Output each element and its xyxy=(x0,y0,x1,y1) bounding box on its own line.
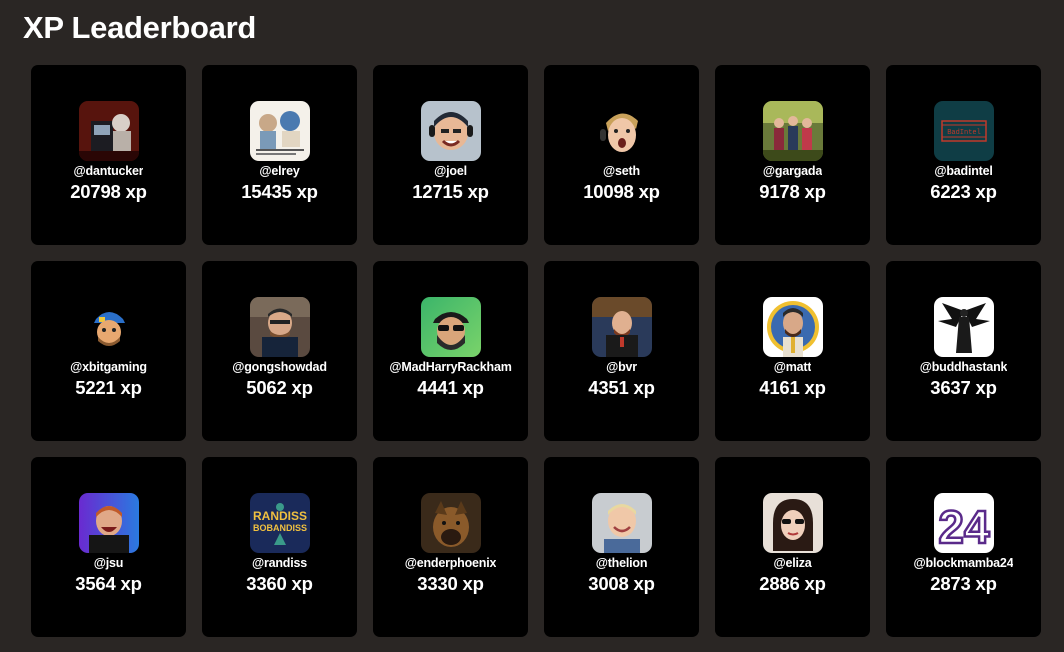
xp-value: 2873 xp xyxy=(930,573,997,594)
avatar-randiss-top: RANDISS xyxy=(252,509,306,523)
leaderboard-card[interactable]: @elrey 15435 xp xyxy=(202,65,357,245)
user-handle: @buddhastank xyxy=(919,360,1008,374)
user-handle: @MadHarryRackham xyxy=(389,360,512,374)
avatar-xbitgaming[interactable] xyxy=(78,297,139,357)
xp-value: 4441 xp xyxy=(417,377,484,398)
leaderboard-card[interactable]: @seth 10098 xp xyxy=(544,65,699,245)
avatar-blockmamba24[interactable]: 24 xyxy=(933,493,994,553)
avatar-gargada[interactable] xyxy=(762,101,823,161)
avatar-randiss-mid: BOBANDISS xyxy=(252,523,306,533)
user-handle: @randiss xyxy=(251,556,308,570)
leaderboard-card[interactable]: @matt 4161 xp xyxy=(715,261,870,441)
user-handle: @thelion xyxy=(595,556,648,570)
user-handle: @bvr xyxy=(606,360,637,374)
leaderboard-card[interactable]: @dantucker 20798 xp xyxy=(31,65,186,245)
avatar-elrey[interactable] xyxy=(249,101,310,161)
xp-value: 10098 xp xyxy=(583,181,660,202)
leaderboard-card[interactable]: @gargada 9178 xp xyxy=(715,65,870,245)
xp-value: 2886 xp xyxy=(759,573,826,594)
avatar-madharryrackham[interactable] xyxy=(420,297,481,357)
leaderboard-card[interactable]: @eliza 2886 xp xyxy=(715,457,870,637)
avatar-enderphoenix[interactable] xyxy=(420,493,481,553)
user-handle: @elrey xyxy=(259,164,300,178)
avatar-seth[interactable] xyxy=(591,101,652,161)
leaderboard-card[interactable]: BadIntel @badintel 6223 xp xyxy=(886,65,1041,245)
user-handle: @seth xyxy=(603,164,640,178)
avatar-badintel[interactable]: BadIntel xyxy=(933,101,994,161)
avatar-eliza[interactable] xyxy=(762,493,823,553)
xp-value: 20798 xp xyxy=(70,181,147,202)
xp-value: 3637 xp xyxy=(930,377,997,398)
user-handle: @gongshowdad xyxy=(232,360,327,374)
avatar-bvr[interactable] xyxy=(591,297,652,357)
xp-value: 3564 xp xyxy=(75,573,142,594)
leaderboard-card[interactable]: @joel 12715 xp xyxy=(373,65,528,245)
avatar-jsu[interactable] xyxy=(78,493,139,553)
page-title: XP Leaderboard xyxy=(23,10,256,45)
xp-value: 5221 xp xyxy=(75,377,142,398)
user-handle: @gargada xyxy=(762,164,823,178)
leaderboard-card[interactable]: @thelion 3008 xp xyxy=(544,457,699,637)
user-handle: @xbitgaming xyxy=(70,360,147,374)
user-handle: @dantucker xyxy=(73,164,144,178)
user-handle: @matt xyxy=(773,360,812,374)
leaderboard-card[interactable]: 24 @blockmamba24 2873 xp xyxy=(886,457,1041,637)
xp-value: 3330 xp xyxy=(417,573,484,594)
xp-value: 3008 xp xyxy=(588,573,655,594)
user-handle: @joel xyxy=(434,164,467,178)
user-handle: @badintel xyxy=(934,164,993,178)
leaderboard-card[interactable]: @gongshowdad 5062 xp xyxy=(202,261,357,441)
xp-value: 5062 xp xyxy=(246,377,313,398)
leaderboard-card[interactable]: RANDISS BOBANDISS @randiss 3360 xp xyxy=(202,457,357,637)
xp-value: 4351 xp xyxy=(588,377,655,398)
user-handle: @eliza xyxy=(773,556,812,570)
avatar-joel[interactable] xyxy=(420,101,481,161)
user-handle: @blockmamba24 xyxy=(913,556,1014,570)
xp-value: 15435 xp xyxy=(241,181,318,202)
leaderboard-card[interactable]: @xbitgaming 5221 xp xyxy=(31,261,186,441)
leaderboard-card[interactable]: @enderphoenix 3330 xp xyxy=(373,457,528,637)
user-handle: @jsu xyxy=(93,556,124,570)
avatar-blockmamba-text: 24 xyxy=(938,501,990,553)
avatar-dantucker[interactable] xyxy=(78,101,139,161)
xp-value: 4161 xp xyxy=(759,377,826,398)
avatar-randiss[interactable]: RANDISS BOBANDISS xyxy=(249,493,310,553)
leaderboard-card[interactable]: @bvr 4351 xp xyxy=(544,261,699,441)
xp-value: 3360 xp xyxy=(246,573,313,594)
avatar-buddhastank[interactable] xyxy=(933,297,994,357)
xp-value: 12715 xp xyxy=(412,181,489,202)
leaderboard-card[interactable]: @MadHarryRackham 4441 xp xyxy=(373,261,528,441)
xp-value: 6223 xp xyxy=(930,181,997,202)
leaderboard-card[interactable]: @jsu 3564 xp xyxy=(31,457,186,637)
leaderboard-grid: @dantucker 20798 xp @elrey 15435 xp @joe… xyxy=(31,65,1041,637)
avatar-gongshowdad[interactable] xyxy=(249,297,310,357)
avatar-thelion[interactable] xyxy=(591,493,652,553)
leaderboard-card[interactable]: @buddhastank 3637 xp xyxy=(886,261,1041,441)
avatar-badintel-text: BadIntel xyxy=(947,129,981,137)
avatar-matt[interactable] xyxy=(762,297,823,357)
xp-value: 9178 xp xyxy=(759,181,826,202)
user-handle: @enderphoenix xyxy=(404,556,497,570)
